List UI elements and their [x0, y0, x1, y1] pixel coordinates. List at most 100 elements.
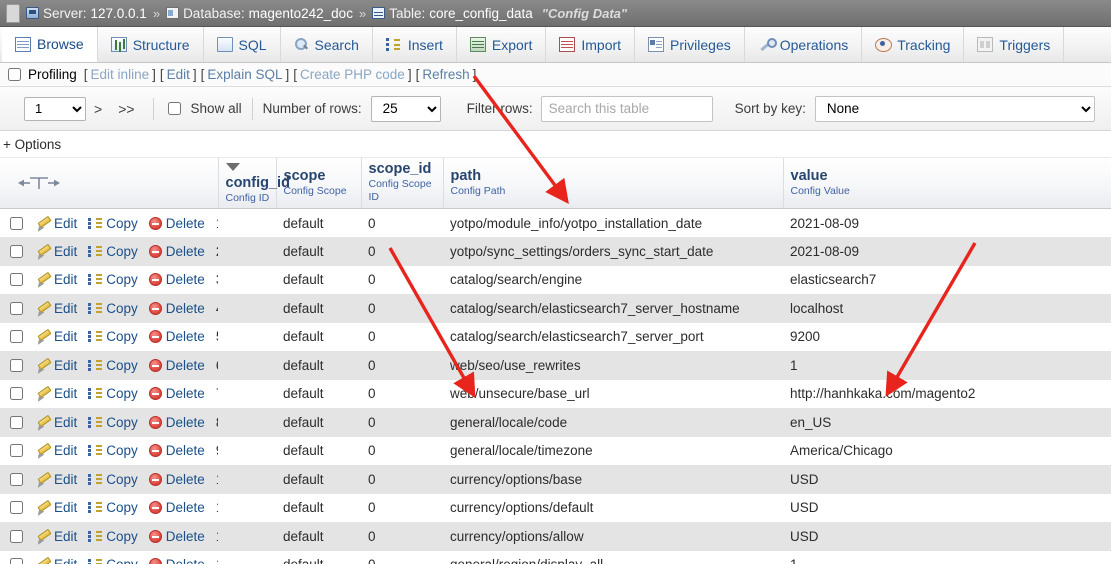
copy-row-button[interactable]: Copy	[88, 557, 138, 564]
row-select-checkbox[interactable]	[10, 387, 23, 401]
edit-label: Edit	[54, 557, 77, 564]
copy-row-button[interactable]: Copy	[88, 472, 138, 487]
show-all-control[interactable]: Show all	[164, 99, 242, 118]
copy-icon	[88, 473, 103, 486]
breadcrumb-database[interactable]: Database: magento242_doc	[166, 6, 353, 21]
edit-row-button[interactable]: Edit	[36, 529, 77, 544]
copy-label: Copy	[106, 500, 138, 516]
delete-row-button[interactable]: Delete	[148, 500, 205, 515]
column-header-config-id[interactable]: config_id Config ID	[217, 157, 290, 209]
show-all-checkbox[interactable]	[167, 102, 181, 115]
delete-row-button[interactable]: Delete	[148, 529, 205, 544]
tab-sql[interactable]: SQL	[204, 27, 281, 62]
refresh-link[interactable]: Refresh	[422, 67, 469, 82]
breadcrumb-server[interactable]: Server: 127.0.0.1	[26, 6, 147, 21]
filter-rows-input[interactable]	[540, 95, 713, 122]
copy-row-button[interactable]: Copy	[88, 415, 138, 430]
edit-row-button[interactable]: Edit	[36, 500, 77, 515]
edit-row-button[interactable]: Edit	[36, 301, 77, 316]
delete-row-button[interactable]: Delete	[148, 244, 205, 259]
edit-row-button[interactable]: Edit	[36, 216, 77, 231]
tab-operations[interactable]: Operations	[745, 27, 863, 62]
column-move-header[interactable]	[0, 157, 218, 209]
delete-icon	[148, 415, 162, 429]
edit-row-button[interactable]: Edit	[36, 472, 77, 487]
last-page-button[interactable]: >>	[110, 101, 142, 117]
column-header-value[interactable]: value Config Value	[782, 157, 1111, 209]
delete-label: Delete	[165, 272, 205, 288]
options-toggle-link[interactable]: + Options	[3, 137, 61, 152]
sort-by-key-select[interactable]: None	[814, 95, 1095, 122]
row-select-checkbox[interactable]	[10, 244, 23, 258]
row-select-checkbox[interactable]	[10, 501, 23, 515]
delete-row-button[interactable]: Delete	[148, 557, 205, 564]
row-select-checkbox[interactable]	[10, 444, 23, 458]
page-number-select[interactable]: 1	[24, 96, 86, 121]
delete-row-button[interactable]: Delete	[148, 216, 205, 231]
cell-config-id	[218, 522, 276, 551]
tab-browse[interactable]: Browse	[2, 27, 98, 62]
copy-row-button[interactable]: Copy	[88, 244, 138, 259]
table-row: Edit Copy Delete 12 default 0 currency/options…	[0, 522, 1111, 551]
row-select-checkbox[interactable]	[10, 330, 23, 344]
edit-row-button[interactable]: Edit	[36, 358, 77, 373]
row-select-checkbox[interactable]	[10, 358, 23, 372]
explain-sql-link[interactable]: Explain SQL	[207, 67, 282, 82]
row-select-checkbox[interactable]	[10, 558, 23, 564]
next-page-button[interactable]: >	[86, 101, 110, 117]
move-columns-icon[interactable]	[7, 175, 212, 191]
cell-path: general/region/display_all	[443, 551, 783, 564]
copy-row-button[interactable]: Copy	[88, 301, 138, 316]
edit-row-button[interactable]: Edit	[36, 415, 77, 430]
copy-row-button[interactable]: Copy	[88, 216, 138, 231]
edit-row-button[interactable]: Edit	[36, 386, 77, 401]
column-header-path[interactable]: path Config Path	[442, 157, 783, 209]
row-select-checkbox[interactable]	[10, 273, 23, 287]
copy-row-button[interactable]: Copy	[88, 358, 138, 373]
copy-row-button[interactable]: Copy	[88, 529, 138, 544]
copy-row-button[interactable]: Copy	[88, 386, 138, 401]
copy-row-button[interactable]: Copy	[88, 443, 138, 458]
copy-icon	[88, 245, 103, 258]
edit-row-button[interactable]: Edit	[36, 272, 77, 287]
tab-import[interactable]: Import	[546, 27, 636, 62]
edit-inline-link[interactable]: Edit inline	[91, 67, 150, 82]
column-header-scope[interactable]: scope Config Scope	[275, 157, 361, 209]
tab-structure[interactable]: Structure	[98, 27, 204, 62]
edit-row-button[interactable]: Edit	[36, 443, 77, 458]
delete-row-button[interactable]: Delete	[148, 358, 205, 373]
row-select-checkbox[interactable]	[10, 472, 23, 486]
tab-triggers[interactable]: Triggers	[964, 27, 1065, 62]
create-php-code-link[interactable]: Create PHP code	[300, 67, 405, 82]
copy-row-button[interactable]: Copy	[88, 272, 138, 287]
column-header-scope-id[interactable]: scope_id Config Scope ID	[360, 157, 443, 209]
tab-search[interactable]: Search	[281, 27, 373, 62]
delete-row-button[interactable]: Delete	[148, 415, 205, 430]
row-select-checkbox[interactable]	[10, 301, 23, 315]
copy-row-button[interactable]: Copy	[88, 329, 138, 344]
delete-row-button[interactable]: Delete	[148, 301, 205, 316]
delete-row-button[interactable]: Delete	[148, 386, 205, 401]
delete-row-button[interactable]: Delete	[148, 272, 205, 288]
tab-tracking[interactable]: Tracking	[862, 27, 965, 62]
tab-privileges[interactable]: Privileges	[635, 27, 745, 62]
edit-row-button[interactable]: Edit	[36, 329, 77, 344]
copy-row-button[interactable]: Copy	[88, 500, 138, 515]
tab-insert[interactable]: Insert	[373, 27, 457, 62]
edit-link[interactable]: Edit	[167, 67, 190, 82]
row-select-checkbox[interactable]	[10, 529, 23, 543]
cell-scope-id: 0	[368, 528, 376, 544]
tracking-icon	[875, 37, 893, 52]
tab-export[interactable]: Export	[457, 27, 547, 62]
delete-row-button[interactable]: Delete	[148, 329, 205, 344]
delete-row-button[interactable]: Delete	[148, 443, 205, 458]
delete-row-button[interactable]: Delete	[148, 472, 205, 487]
breadcrumb-table[interactable]: Table: core_config_data	[372, 6, 533, 21]
edit-row-button[interactable]: Edit	[36, 244, 77, 259]
cell-value: 2021-08-09	[790, 243, 860, 259]
row-select-checkbox[interactable]	[10, 415, 23, 429]
edit-row-button[interactable]: Edit	[36, 557, 77, 564]
row-select-checkbox[interactable]	[10, 216, 23, 230]
number-of-rows-select[interactable]: 25	[370, 95, 441, 122]
profiling-checkbox[interactable]	[8, 68, 21, 81]
